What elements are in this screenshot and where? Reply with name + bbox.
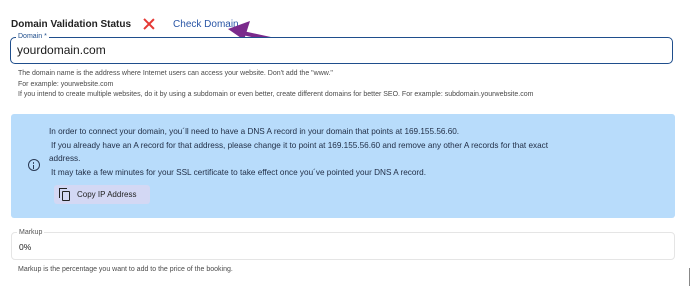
info-line-address: address. xyxy=(49,154,81,163)
scrollbar-edge xyxy=(689,268,690,286)
markup-field[interactable]: Markup 0% xyxy=(11,228,675,260)
copy-ip-address-label: Copy IP Address xyxy=(77,190,137,199)
close-icon xyxy=(143,18,155,30)
info-line-ssl: It may take a few minutes for your SSL c… xyxy=(51,168,426,177)
markup-field-value[interactable]: 0% xyxy=(19,242,31,252)
copy-icon xyxy=(59,188,72,202)
domain-field-value[interactable]: yourdomain.com xyxy=(17,43,106,57)
markup-field-label: Markup xyxy=(17,228,45,237)
domain-field-label: Domain * xyxy=(16,32,49,41)
copy-ip-address-button[interactable]: Copy IP Address xyxy=(54,185,150,204)
domain-helper-text: The domain name is the address where Int… xyxy=(18,70,333,77)
domain-field[interactable]: Domain * yourdomain.com xyxy=(10,32,673,64)
info-icon xyxy=(28,159,40,171)
markup-helper-text: Markup is the percentage you want to add… xyxy=(18,266,233,273)
dns-info-alert: In order to connect your domain, you´ll … xyxy=(11,114,675,218)
domain-helper-subdomain: If you intend to create multiple website… xyxy=(18,91,534,98)
status-label: Domain Validation Status xyxy=(11,18,132,30)
domain-helper-example: For example: yourwebsite.com xyxy=(18,81,114,88)
info-line-dns: In order to connect your domain, you´ll … xyxy=(49,127,460,136)
info-line-existing-record: If you already have an A record for that… xyxy=(51,141,549,150)
domain-validation-status: Domain Validation Status Check Domain xyxy=(11,15,239,33)
